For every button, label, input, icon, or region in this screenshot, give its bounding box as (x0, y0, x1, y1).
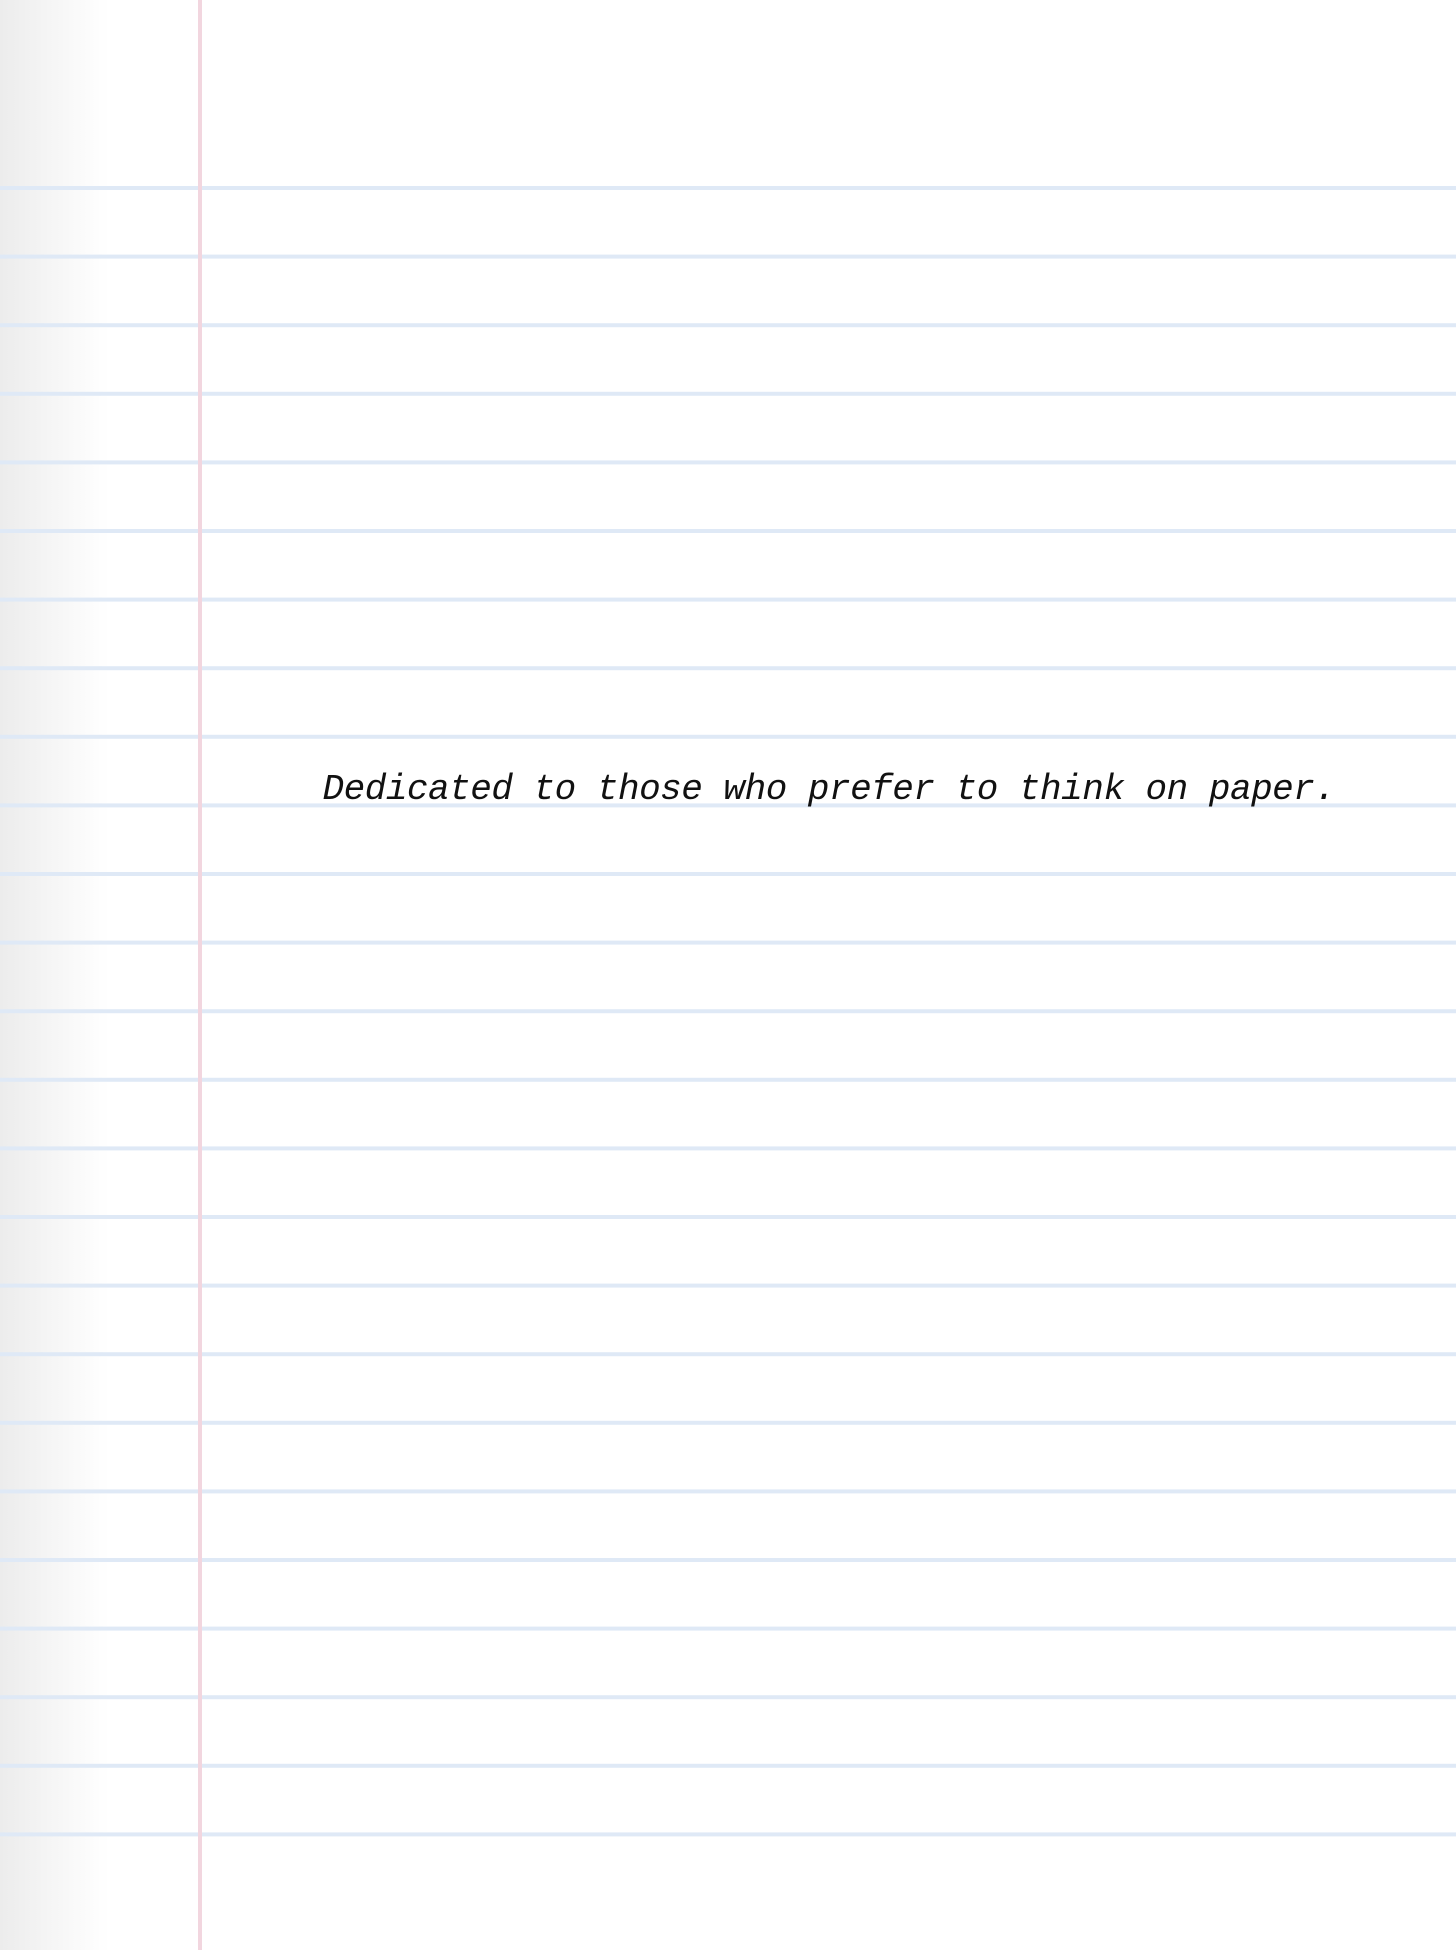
margin-line (198, 0, 202, 1950)
rule-line (0, 1832, 1456, 1837)
rule-line (0, 460, 1456, 465)
rule-line (0, 391, 1456, 396)
rule-line (0, 529, 1456, 533)
rule-line (0, 1283, 1456, 1288)
rule-line (0, 1695, 1456, 1700)
rule-line (0, 323, 1456, 328)
rule-line (0, 940, 1456, 945)
rule-line (0, 1077, 1456, 1082)
rule-line (0, 1352, 1456, 1357)
notebook-page: Dedicated to those who prefer to think o… (0, 0, 1456, 1950)
rule-line (0, 1146, 1456, 1151)
rule-line (0, 666, 1456, 671)
rule-line (0, 734, 1456, 739)
rule-line (0, 1215, 1456, 1219)
rule-line (0, 186, 1456, 190)
rule-line (0, 1763, 1456, 1768)
rule-line (0, 1420, 1456, 1425)
rule-line (0, 1009, 1456, 1014)
rule-line (0, 597, 1456, 602)
rule-line (0, 1626, 1456, 1631)
rule-line (0, 872, 1456, 876)
rule-line (0, 1558, 1456, 1562)
rule-line (0, 1489, 1456, 1494)
dedication-text: Dedicated to those who prefer to think o… (322, 769, 1336, 810)
ruled-lines (0, 186, 1456, 1837)
rule-line (0, 254, 1456, 259)
